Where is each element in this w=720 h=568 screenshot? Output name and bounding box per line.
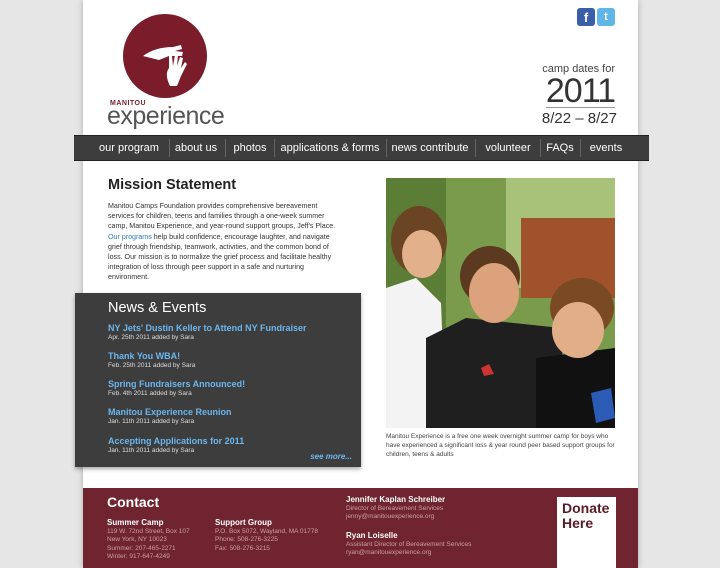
campers-photo <box>386 178 615 428</box>
nav-item-about-us[interactable]: about us <box>170 136 222 160</box>
camp-dates-year: 2011 <box>545 72 616 110</box>
mission-text: Manitou Camps Foundation provides compre… <box>108 201 343 283</box>
assistant-director-contact: Ryan Loiselle Assistant Director of Bere… <box>346 531 471 558</box>
support-group-heading: Support Group <box>215 518 272 527</box>
assistant-director-email[interactable]: ryan@manitouexperience.org <box>346 549 471 557</box>
news-item-meta: Feb. 25th 2011 added by Sara <box>108 362 196 369</box>
facebook-icon[interactable]: f <box>577 8 595 26</box>
camp-dates-range: 8/22 – 8/27 <box>541 110 617 127</box>
news-item: Thank You WBA! Feb. 25th 2011 added by S… <box>108 351 348 369</box>
photo-caption: Manitou Experience is a free one week ov… <box>386 433 615 458</box>
twitter-icon[interactable]: t <box>597 8 615 26</box>
news-item-link[interactable]: Thank You WBA! <box>108 351 348 361</box>
nav-item-photos[interactable]: photos <box>226 136 274 160</box>
nav-item-our-program[interactable]: our program <box>91 136 167 160</box>
support-group-fax: Fax: 508-276-3215 <box>215 544 270 552</box>
mission-title: Mission Statement <box>108 177 237 193</box>
nav-item-faqs[interactable]: FAQs <box>541 136 579 160</box>
mission-text-before: Manitou Camps Foundation provides compre… <box>108 202 336 231</box>
summer-camp-heading: Summer Camp <box>107 518 164 527</box>
assistant-director-name: Ryan Loiselle <box>346 531 398 540</box>
nav-item-news-contribute[interactable]: news contribute <box>387 136 473 160</box>
assistant-director-title: Assistant Director of Bereavement Servic… <box>346 541 472 548</box>
our-programs-link[interactable]: Our programs <box>108 233 152 241</box>
logo-wordmark[interactable]: experience <box>107 102 225 131</box>
logo-hands-icon[interactable] <box>123 14 207 98</box>
see-more-link[interactable]: see more... <box>310 452 352 461</box>
summer-camp-summer-phone: Summer: 207-465-2271 <box>107 544 176 552</box>
summer-camp-contact: Summer Camp 119 W. 72nd Street, Box 107 … <box>107 518 190 562</box>
summer-camp-city: New York, NY 10023 <box>107 536 167 544</box>
camp-dates-divider <box>546 107 615 108</box>
director-name: Jennifer Kaplan Schreiber <box>346 495 446 504</box>
news-item-meta: Apr. 25th 2011 added by Sara <box>108 334 194 341</box>
news-item-meta: Jan. 11th 2011 added by Sara <box>108 418 195 425</box>
news-item-link[interactable]: Accepting Applications for 2011 <box>108 436 348 446</box>
nav-item-events[interactable]: events <box>581 136 631 160</box>
summer-camp-winter-phone: Winter: 917-647-4249 <box>107 553 170 561</box>
director-title: Director of Bereavement Services <box>346 505 444 512</box>
nav-item-applications-forms[interactable]: applications & forms <box>275 136 385 160</box>
director-contact: Jennifer Kaplan Schreiber Director of Be… <box>346 495 445 522</box>
news-item: Spring Fundraisers Announced! Feb. 4th 2… <box>108 379 348 397</box>
news-item-link[interactable]: NY Jets' Dustin Keller to Attend NY Fund… <box>108 323 348 333</box>
news-item-link[interactable]: Manitou Experience Reunion <box>108 407 348 417</box>
donate-button[interactable]: Donate Here <box>557 497 616 568</box>
support-group-address: P.O. Box 5072, Wayland, MA 01778 <box>215 528 318 535</box>
news-item-meta: Feb. 4th 2011 added by Sara <box>108 390 192 397</box>
main-nav: our program about us photos applications… <box>74 135 649 161</box>
contact-title: Contact <box>107 494 160 510</box>
footer: Contact Summer Camp 119 W. 72nd Street, … <box>83 488 638 568</box>
support-group-phone: Phone: 508-276-3225 <box>215 536 278 544</box>
support-group-contact: Support Group P.O. Box 5072, Wayland, MA… <box>215 518 318 553</box>
summer-camp-address: 119 W. 72nd Street, Box 107 <box>107 528 190 535</box>
news-title: News & Events <box>108 300 207 316</box>
news-events-panel: News & Events NY Jets' Dustin Keller to … <box>75 293 361 467</box>
news-item-link[interactable]: Spring Fundraisers Announced! <box>108 379 348 389</box>
news-item: Manitou Experience Reunion Jan. 11th 201… <box>108 407 348 425</box>
nav-item-volunteer[interactable]: volunteer <box>476 136 540 160</box>
news-item: NY Jets' Dustin Keller to Attend NY Fund… <box>108 323 348 341</box>
director-email[interactable]: jenny@manitouexperience.org <box>346 513 445 521</box>
